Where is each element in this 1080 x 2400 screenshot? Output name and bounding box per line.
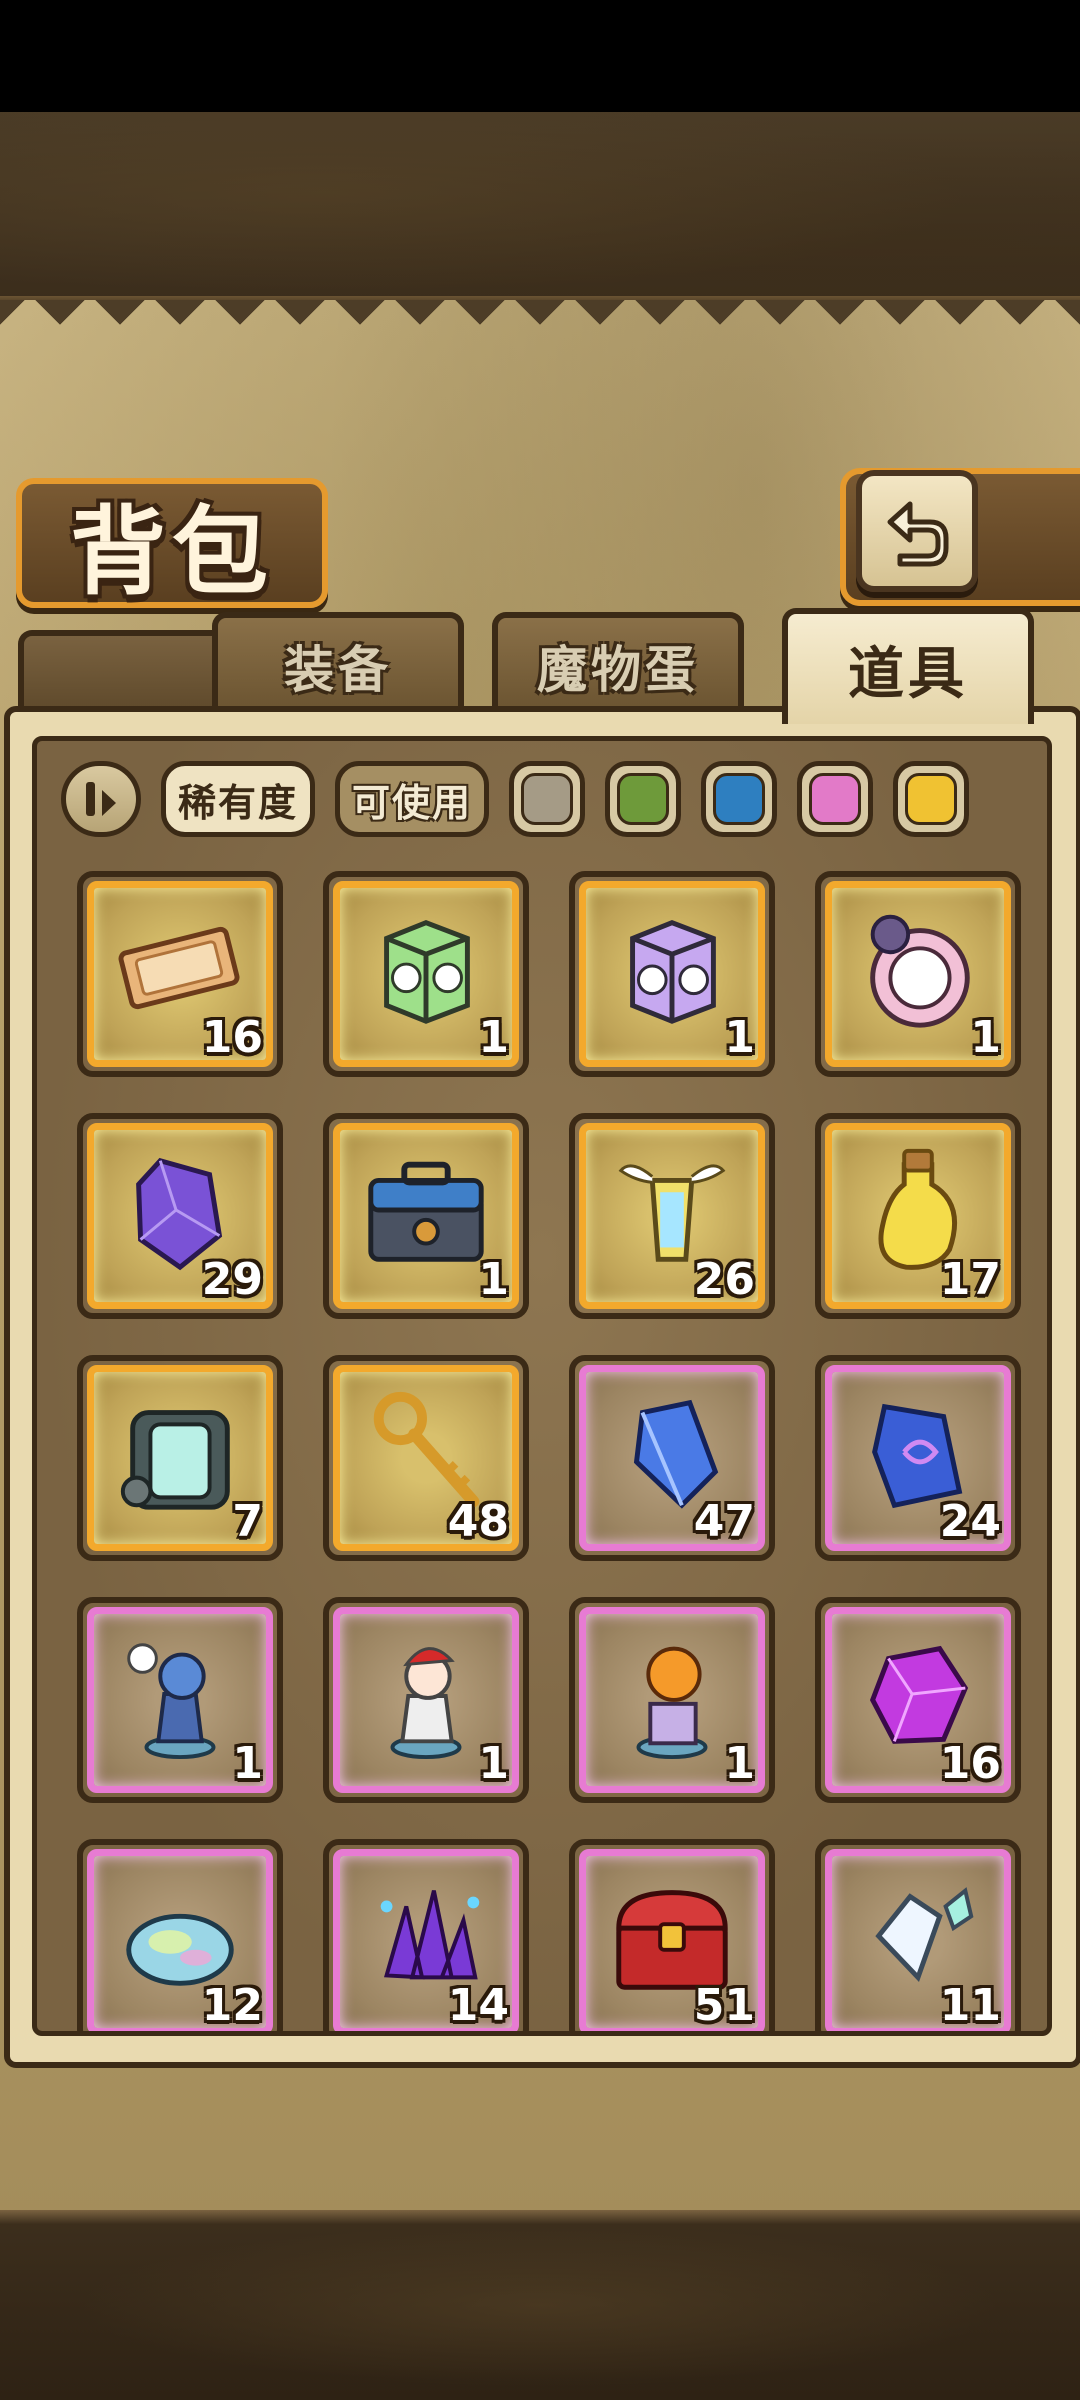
blue-figure-icon	[127, 1643, 216, 1760]
tab-label: 装备	[284, 641, 392, 699]
item-quantity: 1	[724, 1012, 755, 1063]
item-slot[interactable]: 51	[569, 1839, 775, 2031]
item-slot[interactable]: 1	[323, 1597, 529, 1803]
item-quantity: 51	[693, 1980, 755, 2031]
item-quantity: 14	[447, 1980, 509, 2031]
item-slot[interactable]: 48	[323, 1355, 529, 1561]
item-quantity: 1	[478, 1738, 509, 1789]
torn-edge-decoration	[0, 300, 1080, 340]
filter-yellow-button[interactable]	[893, 761, 969, 837]
filter-blue-button[interactable]	[701, 761, 777, 837]
item-slot[interactable]: 14	[323, 1839, 529, 2031]
item-slot[interactable]: 11	[815, 1839, 1021, 2031]
item-quantity: 1	[724, 1738, 755, 1789]
item-quantity: 29	[201, 1254, 263, 1305]
map-header-band	[0, 112, 1080, 312]
portal-gate-icon	[120, 1410, 230, 1510]
item-slot[interactable]: 1	[323, 1113, 529, 1319]
pocket-watch-icon	[870, 914, 970, 1028]
filter-green-button[interactable]	[605, 761, 681, 837]
item-grid: 16 1 1 1 29 1 26 17 7 48 47 24 1 1 1 16 12 14 51 11	[37, 871, 1047, 2031]
item-slot[interactable]: 16	[77, 871, 283, 1077]
gray-swatch	[521, 773, 573, 825]
item-quantity: 7	[232, 1496, 263, 1547]
item-quantity: 1	[478, 1012, 509, 1063]
santa-figure-icon	[390, 1647, 462, 1760]
item-slot[interactable]: 26	[569, 1113, 775, 1319]
tab-label: 道具	[848, 641, 968, 707]
item-slot[interactable]: 12	[77, 1839, 283, 2031]
item-slot[interactable]: 24	[815, 1355, 1021, 1561]
pumpkin-figure-icon	[636, 1646, 708, 1760]
inventory-panel-inner: 稀有度 可使用 16 1 1 1 29 1 26 17 7 48 47 24 1 1 1 16 12 14 51 11	[32, 736, 1052, 2036]
item-quantity: 47	[693, 1496, 755, 1547]
item-quantity: 12	[201, 1980, 263, 2031]
page-title: 背包	[70, 495, 274, 608]
item-quantity: 26	[693, 1254, 755, 1305]
filter-gray-button[interactable]	[509, 761, 585, 837]
tab-equipment[interactable]: 装备	[212, 612, 464, 714]
tab-monster-eggs[interactable]: 魔物蛋	[492, 612, 744, 714]
filter-bar: 稀有度 可使用	[61, 761, 1021, 837]
item-slot[interactable]: 1	[815, 871, 1021, 1077]
item-slot[interactable]: 16	[815, 1597, 1021, 1803]
purple-ghost-box-icon	[630, 920, 716, 1024]
green-ghost-box-icon	[384, 920, 470, 1024]
toolbox-icon	[368, 1161, 484, 1262]
sort-toggle-button[interactable]	[61, 761, 141, 837]
item-slot[interactable]: 1	[569, 1597, 775, 1803]
item-quantity: 17	[939, 1254, 1001, 1305]
pink-swatch	[809, 773, 861, 825]
item-quantity: 1	[970, 1012, 1001, 1063]
usable-filter-button[interactable]: 可使用	[335, 761, 489, 837]
sort-toggle-icon	[86, 782, 116, 816]
tab-label: 魔物蛋	[537, 641, 699, 699]
rarity-filter-button[interactable]: 稀有度	[161, 761, 315, 837]
item-quantity: 16	[939, 1738, 1001, 1789]
item-slot[interactable]: 1	[569, 871, 775, 1077]
back-button[interactable]	[856, 470, 978, 592]
map-footer-band	[0, 2210, 1080, 2400]
filter-pink-button[interactable]	[797, 761, 873, 837]
item-slot[interactable]: 7	[77, 1355, 283, 1561]
item-quantity: 16	[201, 1012, 263, 1063]
blue-swatch	[713, 773, 765, 825]
item-quantity: 1	[478, 1254, 509, 1305]
item-quantity: 48	[447, 1496, 509, 1547]
item-quantity: 24	[939, 1496, 1001, 1547]
title-plate: 背包	[16, 478, 328, 608]
inventory-panel: 稀有度 可使用 16 1 1 1 29 1 26 17 7 48 47 24 1 1 1 16 12 14 51 11	[4, 706, 1080, 2068]
tab-items[interactable]: 道具	[782, 608, 1034, 724]
tab-left-stub	[18, 630, 230, 716]
item-quantity: 1	[232, 1738, 263, 1789]
item-slot[interactable]: 47	[569, 1355, 775, 1561]
status-bar	[0, 0, 1080, 112]
item-slot[interactable]: 17	[815, 1113, 1021, 1319]
item-quantity: 11	[939, 1980, 1001, 2031]
item-slot[interactable]: 1	[77, 1597, 283, 1803]
green-swatch	[617, 773, 669, 825]
item-slot[interactable]: 29	[77, 1113, 283, 1319]
item-slot[interactable]: 1	[323, 871, 529, 1077]
back-arrow-icon	[887, 501, 949, 567]
yellow-swatch	[905, 773, 957, 825]
